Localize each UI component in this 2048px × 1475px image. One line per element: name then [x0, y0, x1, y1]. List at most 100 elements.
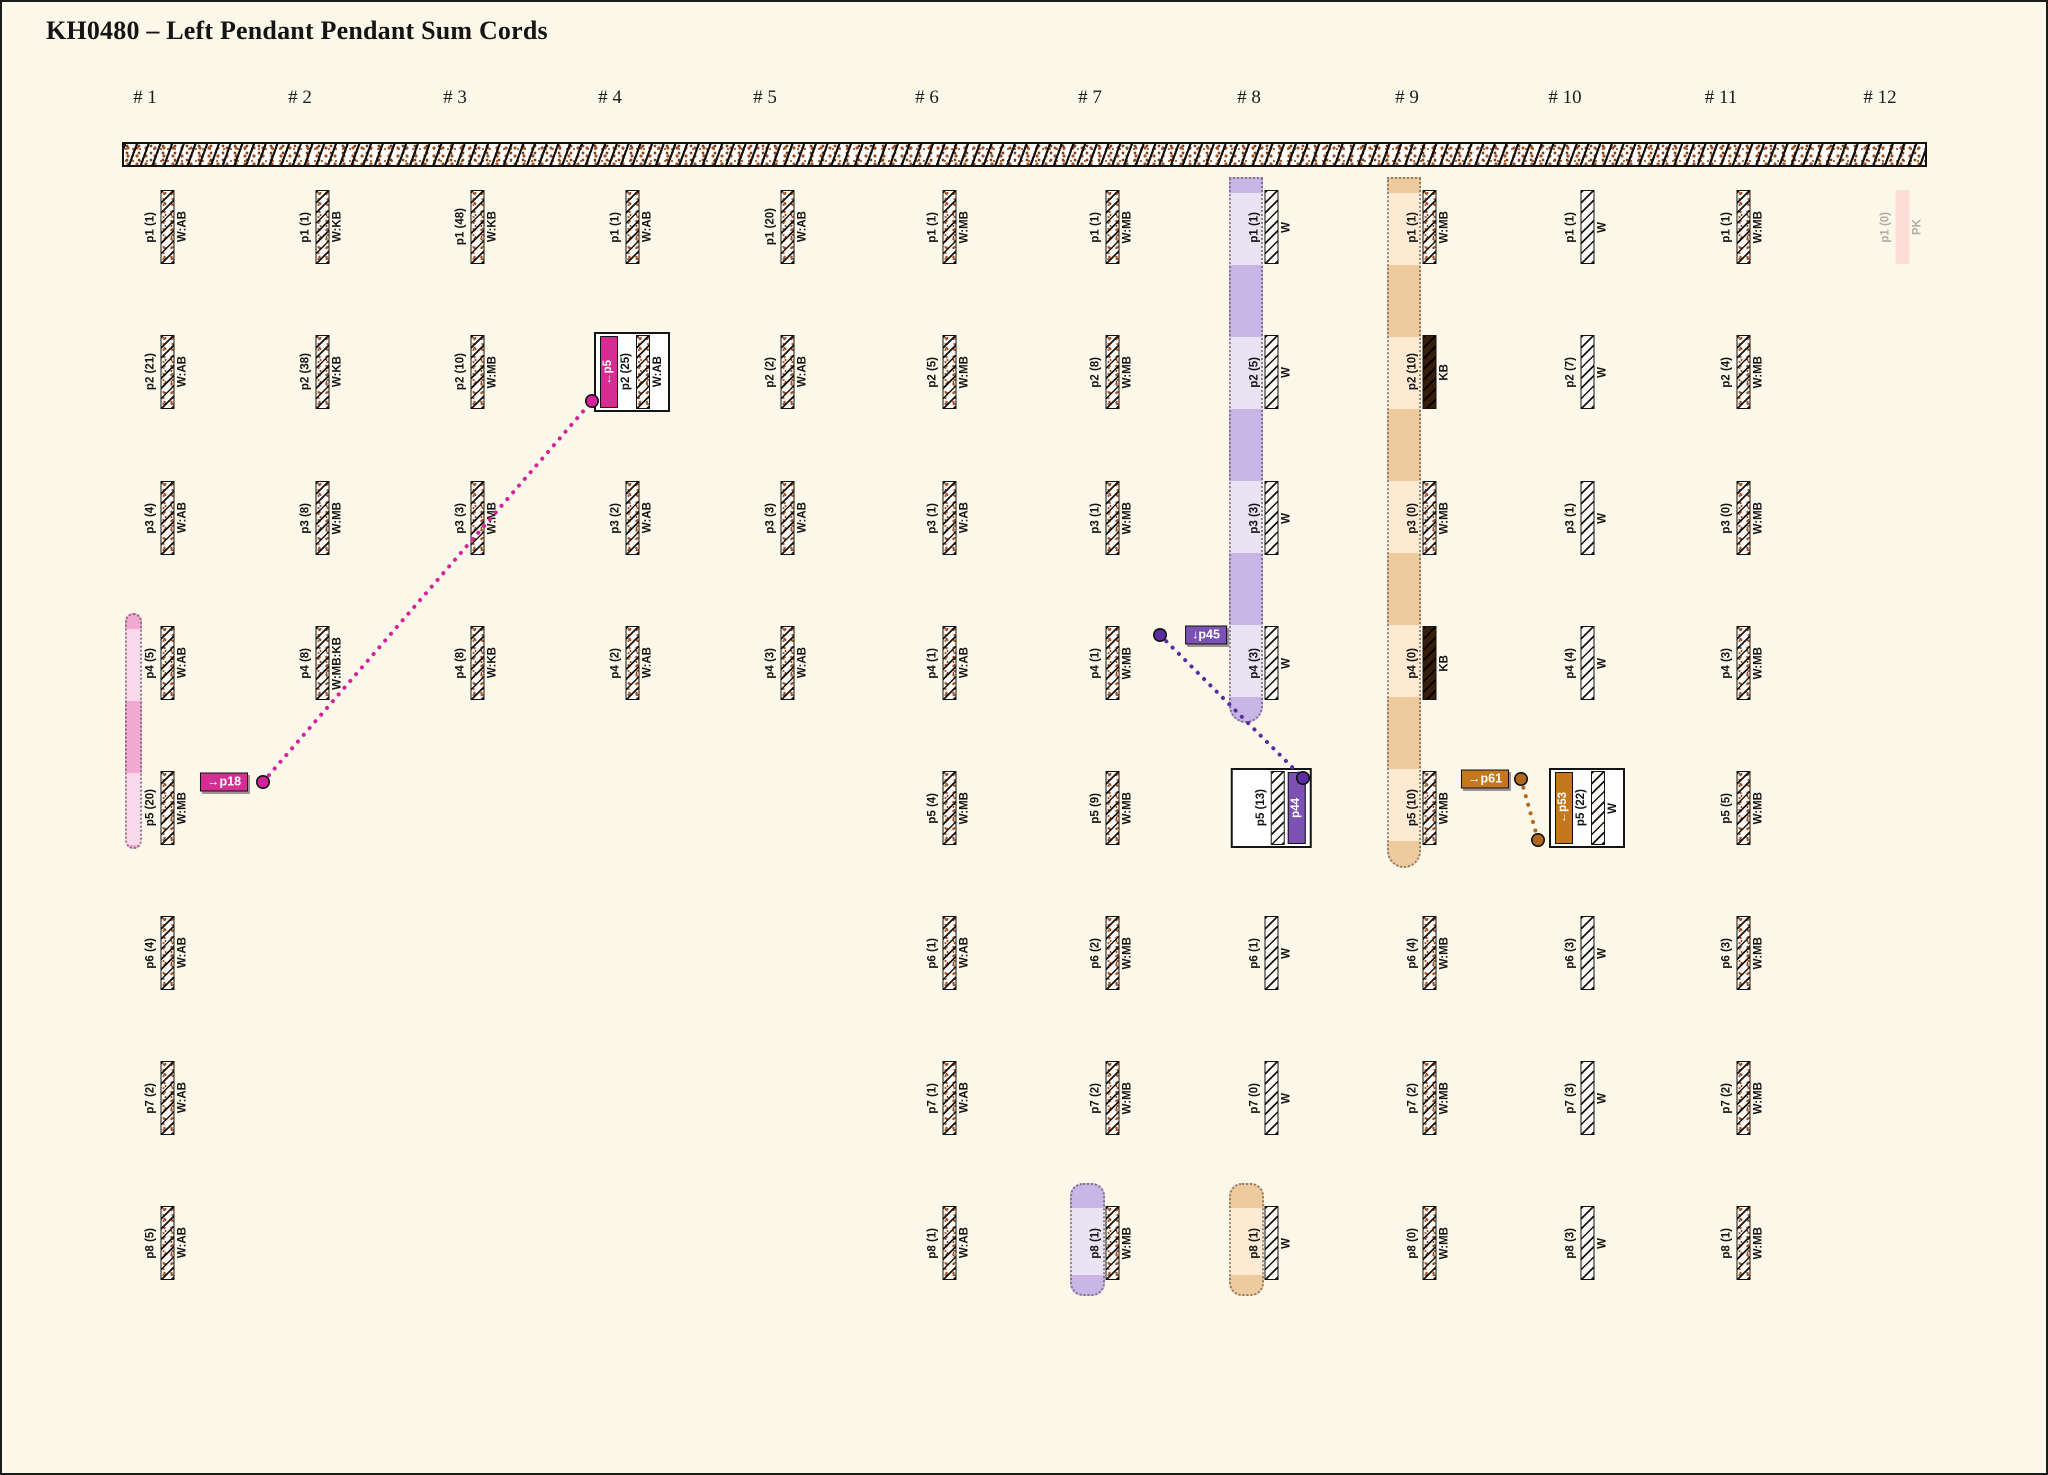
cell-color-code: W:MB [1439, 1082, 1451, 1114]
cord-glyph [780, 190, 794, 264]
pendant-cell-11-p1: p1 (1)W:MB [1722, 190, 1765, 264]
cell-label: p4 (1) [928, 648, 940, 679]
pendant-cell-4-p4: p4 (2)W:AB [611, 626, 654, 700]
cell-color-code: W:MB [1439, 1227, 1451, 1259]
cell-label: p1 (1) [301, 212, 313, 243]
cord-glyph [160, 335, 174, 409]
cord-glyph [1422, 1061, 1436, 1135]
pendant-cell-6-p1: p1 (1)W:MB [928, 190, 971, 264]
cord-glyph [1422, 190, 1436, 264]
pendant-cell-6-p6: p6 (1)W:AB [928, 916, 971, 990]
cord-glyph [780, 335, 794, 409]
cell-color-code: W:AB [177, 937, 189, 968]
pendant-cell-7-p4: p4 (1)W:MB [1091, 626, 1134, 700]
cord-glyph [1422, 335, 1436, 409]
cell-label: p5 (5) [1722, 793, 1734, 824]
pendant-cell-5-p3: p3 (3)W:AB [766, 481, 809, 555]
pendant-cell-8-p6: p6 (1)W [1250, 916, 1293, 990]
cord-glyph [1736, 771, 1750, 845]
pendant-cell-8-p5: p5 (13)p44 [1231, 768, 1312, 848]
pendant-cell-11-p3: p3 (0)W:MB [1722, 481, 1765, 555]
cell-label: p8 (1) [928, 1228, 940, 1259]
cell-color-code: W:AB [177, 647, 189, 678]
page-title: KH0480 – Left Pendant Pendant Sum Cords [46, 16, 548, 46]
cord-glyph [1264, 626, 1278, 700]
pendant-cell-6-p5: p5 (4)W:MB [928, 771, 971, 845]
link-bar: p44 [1287, 772, 1305, 844]
cord-glyph [942, 1206, 956, 1280]
cell-color-code: W:MB [1753, 647, 1765, 679]
cell-label: p8 (1) [1722, 1228, 1734, 1259]
cell-label: p1 (0) [1881, 212, 1893, 243]
column-header-6: # 6 [915, 87, 939, 109]
cell-color-code: W:MB [1122, 356, 1134, 388]
column-header-1: # 1 [133, 87, 157, 109]
cell-label: p8 (1) [1091, 1228, 1103, 1259]
cell-label: p5 (4) [928, 793, 940, 824]
cell-color-code: W:MB [1439, 211, 1451, 243]
cell-label: p8 (3) [1566, 1228, 1578, 1259]
pendant-cell-1-p6: p6 (4)W:AB [146, 916, 189, 990]
cord-glyph [160, 1206, 174, 1280]
pendant-cell-9-p4: p4 (0)KB [1408, 626, 1451, 700]
cord-glyph [1736, 1061, 1750, 1135]
pendant-cell-8-p3: p3 (3)W [1250, 481, 1293, 555]
cell-color-code: W:AB [797, 647, 809, 678]
cell-color-code: W:MB [1753, 211, 1765, 243]
cell-color-code: W:MB [1122, 792, 1134, 824]
cord-glyph [1105, 481, 1119, 555]
cord-glyph [160, 771, 174, 845]
pendant-cell-2-p4: p4 (8)W:MB:KB [301, 626, 344, 700]
cell-color-code: W:MB [332, 502, 344, 534]
pendant-cell-3-p1: p1 (48)W:KB [456, 190, 499, 264]
cell-label: p7 (2) [1722, 1083, 1734, 1114]
pendant-cell-5-p4: p4 (3) W:AB [766, 626, 809, 700]
pendant-cell-7-p5: p5 (9)W:MB [1091, 771, 1134, 845]
cell-label: p1 (1) [1566, 212, 1578, 243]
cord-glyph [942, 916, 956, 990]
column-header-5: # 5 [753, 87, 777, 109]
cord-glyph [942, 626, 956, 700]
cell-color-code: W:MB [1753, 792, 1765, 824]
cell-label: p2 (5) [1250, 357, 1262, 388]
pendant-cell-11-p5: p5 (5) W:MB [1722, 771, 1765, 845]
cell-label: p3 (4) [146, 503, 158, 534]
cord-glyph [1895, 190, 1909, 264]
link-bar: ←p53 [1555, 772, 1573, 844]
cell-label: p6 (1) [928, 938, 940, 969]
cell-label: p4 (3) [766, 648, 778, 679]
cell-label: p5 (20) [146, 789, 158, 826]
pendant-cell-2-p3: p3 (8)W:MB [301, 481, 344, 555]
pendant-cell-11-p7: p7 (2)W:MB [1722, 1061, 1765, 1135]
pendant-cell-9-p2: p2 (10)KB [1408, 335, 1451, 409]
pendant-cell-1-p7: p7 (2)W:AB [146, 1061, 189, 1135]
cord-glyph [1105, 771, 1119, 845]
cord-glyph [1264, 1206, 1278, 1280]
primary-cord [122, 142, 1927, 167]
cell-label: p2 (21) [146, 353, 158, 390]
cord-glyph [1105, 190, 1119, 264]
cell-color-code: W [1608, 803, 1620, 814]
pendant-cell-10-p6: p6 (3)W [1566, 916, 1609, 990]
cell-color-code: W:MB [1439, 502, 1451, 534]
cord-glyph [1580, 1206, 1594, 1280]
cord-glyph [1105, 1061, 1119, 1135]
pendant-cell-1-p8: p8 (5)W:AB [146, 1206, 189, 1280]
cell-label: p5 (22) [1576, 789, 1588, 826]
cord-glyph [470, 335, 484, 409]
cell-color-code: W:MB [1753, 356, 1765, 388]
cord-glyph [1264, 1061, 1278, 1135]
cell-label: p8 (0) [1408, 1228, 1420, 1259]
cell-label: p4 (8) [301, 648, 313, 679]
pendant-cell-11-p8: p8 (1)W:MB [1722, 1206, 1765, 1280]
cell-label: p3 (2) [611, 503, 623, 534]
cell-label: p1 (1) [1408, 212, 1420, 243]
cord-glyph [160, 916, 174, 990]
cord-glyph [1264, 335, 1278, 409]
cell-label: p6 (3) [1566, 938, 1578, 969]
pendant-cell-10-p4: p4 (4)W [1566, 626, 1609, 700]
column-header-10: # 10 [1548, 87, 1581, 109]
pendant-cell-7-p2: p2 (8)W:MB [1091, 335, 1134, 409]
cord-glyph [1422, 771, 1436, 845]
link-connector-line [1521, 779, 1538, 840]
